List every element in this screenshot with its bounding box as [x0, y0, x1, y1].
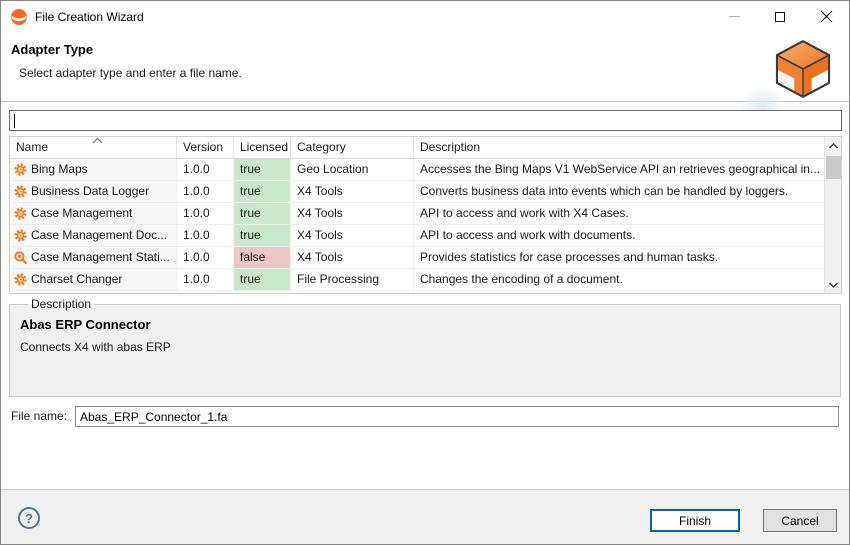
adapter-name-cell: Business Data Logger	[10, 181, 177, 202]
column-header-description[interactable]: Description	[414, 137, 841, 159]
version-cell: 1.0.0	[177, 203, 234, 224]
window-title: File Creation Wizard	[35, 1, 144, 33]
description-cell: Accesses the Bing Maps V1 WebService API…	[414, 159, 841, 180]
column-header-licensed[interactable]: Licensed	[234, 137, 291, 159]
adapter-name: Case Management	[31, 203, 132, 224]
adapter-name: Bing Maps	[31, 159, 88, 180]
category-cell: X4 Tools	[291, 247, 414, 268]
question-mark-icon: ?	[25, 511, 33, 526]
adapter-name: Case Management Stati...	[31, 247, 170, 268]
column-header-category[interactable]: Category	[291, 137, 414, 159]
help-button[interactable]: ?	[18, 507, 40, 529]
version-cell: 1.0.0	[177, 225, 234, 246]
licensed-cell: true	[234, 203, 291, 224]
maximize-icon	[775, 12, 785, 22]
adapter-table: Name Version Licensed Category Descripti…	[9, 136, 842, 294]
cancel-button[interactable]: Cancel	[763, 509, 837, 532]
app-logo-icon	[10, 8, 28, 26]
adapter-name: Case Management Doc...	[31, 225, 167, 246]
description-cell: Converts business data into events which…	[414, 181, 841, 202]
minimize-button[interactable]	[712, 1, 757, 32]
adapter-gear-icon	[13, 206, 28, 221]
category-cell: File Processing	[291, 269, 414, 290]
file-name-box	[75, 406, 839, 427]
version-cell: 1.0.0	[177, 159, 234, 180]
adapter-gear-icon	[13, 162, 28, 177]
table-row[interactable]: Case Management Doc... 1.0.0 true X4 Too…	[10, 225, 841, 247]
adapter-magnifier-icon	[13, 250, 28, 265]
version-cell: 1.0.0	[177, 247, 234, 268]
table-header-row: Name Version Licensed Category Descripti…	[10, 137, 841, 159]
adapter-name-cell: Case Management Stati...	[10, 247, 177, 268]
adapter-gear-icon	[13, 228, 28, 243]
column-header-version[interactable]: Version	[177, 137, 234, 159]
adapter-name-cell: Case Management	[10, 203, 177, 224]
description-cell: API to access and work with documents.	[414, 225, 841, 246]
category-cell: X4 Tools	[291, 181, 414, 202]
adapter-filter-box	[9, 110, 842, 131]
page-subtitle: Select adapter type and enter a file nam…	[19, 66, 242, 80]
description-groupbox: Description Abas ERP Connector Connects …	[9, 297, 841, 397]
text-caret	[14, 114, 15, 128]
column-header-name[interactable]: Name	[10, 137, 177, 159]
table-scrollbar[interactable]	[824, 137, 841, 293]
adapter-name: Charset Changer	[31, 269, 122, 290]
chevron-down-icon	[829, 282, 838, 288]
scroll-up-button[interactable]	[825, 137, 842, 154]
file-creation-wizard-dialog: File Creation Wizard Adapter Type Select…	[0, 0, 850, 545]
table-row[interactable]: Case Management 1.0.0 true X4 Tools API …	[10, 203, 841, 225]
minimize-icon	[729, 16, 740, 17]
table-row[interactable]: Business Data Logger 1.0.0 true X4 Tools…	[10, 181, 841, 203]
finish-button[interactable]: Finish	[650, 509, 740, 532]
version-cell: 1.0.0	[177, 269, 234, 290]
selected-adapter-description: Connects X4 with abas ERP	[20, 340, 840, 354]
description-cell: Provides statistics for case processes a…	[414, 247, 841, 268]
maximize-button[interactable]	[757, 1, 802, 32]
table-row[interactable]: Case Management Stati... 1.0.0 false X4 …	[10, 247, 841, 269]
adapter-name-cell: Case Management Doc...	[10, 225, 177, 246]
sort-ascending-icon	[92, 137, 103, 144]
licensed-cell: true	[234, 181, 291, 202]
close-button[interactable]	[802, 1, 850, 32]
scrollbar-thumb[interactable]	[826, 156, 841, 179]
button-bar: ? Finish Cancel	[1, 489, 849, 545]
description-cell: API to access and work with X4 Cases.	[414, 203, 841, 224]
adapter-name-cell: Bing Maps	[10, 159, 177, 180]
table-row[interactable]: Charset Changer 1.0.0 true File Processi…	[10, 269, 841, 291]
chevron-up-icon	[829, 143, 838, 149]
licensed-cell: true	[234, 225, 291, 246]
adapter-gear-icon	[13, 272, 28, 287]
adapter-filter-input[interactable]	[10, 111, 841, 130]
close-icon	[820, 10, 833, 23]
table-body: Bing Maps 1.0.0 true Geo Location Access…	[10, 159, 841, 291]
file-name-input[interactable]	[76, 407, 838, 426]
adapter-name: Business Data Logger	[31, 181, 149, 202]
licensed-cell: true	[234, 159, 291, 180]
file-name-label: File name:	[11, 406, 67, 427]
table-row[interactable]: Bing Maps 1.0.0 true Geo Location Access…	[10, 159, 841, 181]
adapter-name-cell: Charset Changer	[10, 269, 177, 290]
adapter-gear-icon	[13, 184, 28, 199]
wizard-header: Adapter Type Select adapter type and ent…	[1, 33, 849, 102]
licensed-cell: true	[234, 269, 291, 290]
x4-cube-logo-icon	[765, 36, 841, 102]
page-title: Adapter Type	[11, 42, 93, 57]
licensed-cell: false	[234, 247, 291, 268]
scroll-down-button[interactable]	[825, 276, 842, 293]
category-cell: Geo Location	[291, 159, 414, 180]
version-cell: 1.0.0	[177, 181, 234, 202]
description-legend: Description	[28, 297, 94, 311]
category-cell: X4 Tools	[291, 225, 414, 246]
title-bar[interactable]: File Creation Wizard	[1, 1, 849, 33]
category-cell: X4 Tools	[291, 203, 414, 224]
selected-adapter-title: Abas ERP Connector	[20, 317, 840, 332]
description-cell: Changes the encoding of a document.	[414, 269, 841, 290]
